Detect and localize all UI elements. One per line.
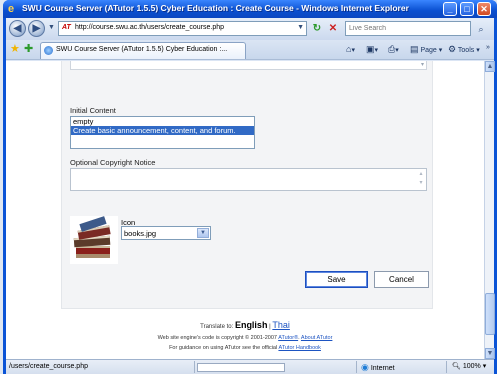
course-icon-image: [70, 216, 118, 264]
tools-menu-label[interactable]: Tools: [458, 47, 474, 54]
copyright-line: Web site engine's code is copyright © 20…: [157, 335, 333, 341]
copyright-textarea[interactable]: ▴ ▾: [70, 168, 427, 191]
initial-content-option-empty[interactable]: empty: [71, 117, 254, 126]
close-button[interactable]: ✕: [477, 2, 491, 16]
browser-chrome: ◀ ▶ ▼ AT http://course.swu.ac.th/users/c…: [6, 18, 495, 374]
maximize-button[interactable]: □: [460, 2, 474, 16]
address-bar[interactable]: AT http://course.swu.ac.th/users/create_…: [58, 21, 307, 36]
copyright-label: Optional Copyright Notice: [70, 158, 156, 167]
address-dropdown-icon[interactable]: ▼: [297, 24, 304, 31]
guidance-text: For guidance on using ATutor see the off…: [169, 345, 278, 351]
engine-copyright-text: Web site engine's code is copyright © 20…: [157, 335, 277, 341]
title-bar[interactable]: e SWU Course Server (ATutor 1.5.5) Cyber…: [3, 0, 497, 18]
feeds-icon[interactable]: ▣▾: [366, 44, 378, 55]
progress-bar: [197, 363, 285, 372]
guidance-line: For guidance on using ATutor see the off…: [6, 345, 484, 351]
home-icon[interactable]: ⌂▾: [346, 44, 355, 54]
forward-button[interactable]: ▶: [28, 20, 45, 37]
toolbar-overflow-icon[interactable]: »: [486, 44, 490, 51]
previous-field-bottom[interactable]: ▾: [70, 61, 427, 70]
translate-prefix: Translate to:: [200, 324, 234, 330]
minimize-button[interactable]: _: [443, 2, 457, 16]
favorites-star-icon[interactable]: ★: [10, 43, 20, 55]
stop-icon[interactable]: ✕: [326, 22, 340, 36]
tab-page-icon: [44, 46, 53, 55]
tab-toolbar: ★ ✚ SWU Course Server (ATutor 1.5.5) Cyb…: [6, 40, 494, 60]
refresh-icon[interactable]: ↻: [310, 22, 324, 36]
ie-logo-icon: e: [8, 3, 15, 15]
page-viewport: ▾ Initial Content empty Create basic ann…: [6, 61, 484, 359]
page-scrollbar[interactable]: ▲ ▼: [484, 61, 495, 359]
print-icon[interactable]: ⎙▾: [388, 44, 399, 55]
about-atutor-link[interactable]: About ATutor: [301, 335, 333, 341]
status-divider: [446, 361, 447, 373]
scroll-up-button[interactable]: ▲: [485, 61, 495, 72]
save-button[interactable]: Save: [305, 271, 368, 288]
status-bar: /users/create_course.php ◉ Internet 🔍︎ 1…: [6, 359, 494, 374]
initial-content-listbox[interactable]: empty Create basic announcement, content…: [70, 116, 255, 149]
atutor-link[interactable]: ATutor®: [278, 335, 298, 341]
create-course-form: ▾ Initial Content empty Create basic ann…: [61, 61, 433, 309]
back-button[interactable]: ◀: [9, 20, 26, 37]
window-title: SWU Course Server (ATutor 1.5.5) Cyber E…: [22, 3, 409, 13]
current-language: English: [234, 320, 268, 330]
security-zone[interactable]: ◉ Internet: [361, 362, 395, 373]
language-separator: |: [269, 324, 271, 330]
zoom-label[interactable]: 100%: [463, 363, 481, 370]
search-field[interactable]: [345, 21, 471, 36]
scroll-down-icon: ▾: [420, 62, 424, 68]
initial-content-option-basic[interactable]: Create basic announcement, content, and …: [71, 126, 254, 135]
scroll-thumb[interactable]: [485, 293, 495, 335]
status-divider: [194, 361, 195, 373]
chevron-down-icon[interactable]: ▼: [197, 228, 209, 238]
translate-line: Translate to: English | Thai: [6, 320, 484, 330]
tab-title[interactable]: SWU Course Server (ATutor 1.5.5) Cyber E…: [56, 46, 227, 53]
handbook-link[interactable]: ATutor Handbook: [278, 345, 321, 351]
status-divider: [356, 361, 357, 373]
thai-language-link[interactable]: Thai: [272, 320, 290, 330]
site-favicon-icon: AT: [62, 24, 71, 31]
add-favorites-icon[interactable]: ✚: [24, 43, 33, 55]
zoom-control[interactable]: 🔍︎ 100% ▾: [452, 362, 486, 370]
address-toolbar: ◀ ▶ ▼ AT http://course.swu.ac.th/users/c…: [6, 18, 494, 40]
status-url: /users/create_course.php: [9, 363, 88, 370]
history-dropdown-icon[interactable]: ▼: [48, 24, 55, 31]
books-icon: [73, 216, 111, 258]
page-menu-label[interactable]: Page: [420, 47, 436, 54]
initial-content-label: Initial Content: [70, 106, 116, 115]
address-url[interactable]: http://course.swu.ac.th/users/create_cou…: [75, 24, 224, 31]
search-input[interactable]: [346, 22, 456, 35]
globe-icon: ◉: [361, 362, 369, 372]
zone-label: Internet: [370, 365, 395, 372]
scroll-down-button[interactable]: ▼: [485, 348, 495, 359]
browser-window: e SWU Course Server (ATutor 1.5.5) Cyber…: [3, 0, 497, 374]
icon-select-value[interactable]: books.jpg: [124, 229, 156, 238]
textarea-scrollbar[interactable]: ▴ ▾: [417, 170, 425, 189]
page-menu[interactable]: ▤ Page ▾: [410, 44, 442, 55]
cancel-button[interactable]: Cancel: [374, 271, 429, 288]
zoom-icon: 🔍︎: [452, 363, 461, 370]
icon-select[interactable]: books.jpg ▼: [121, 226, 211, 240]
search-icon[interactable]: ⌕: [474, 22, 488, 36]
tab-active[interactable]: SWU Course Server (ATutor 1.5.5) Cyber E…: [40, 42, 246, 59]
tools-menu[interactable]: ⚙ Tools ▾: [448, 44, 480, 55]
